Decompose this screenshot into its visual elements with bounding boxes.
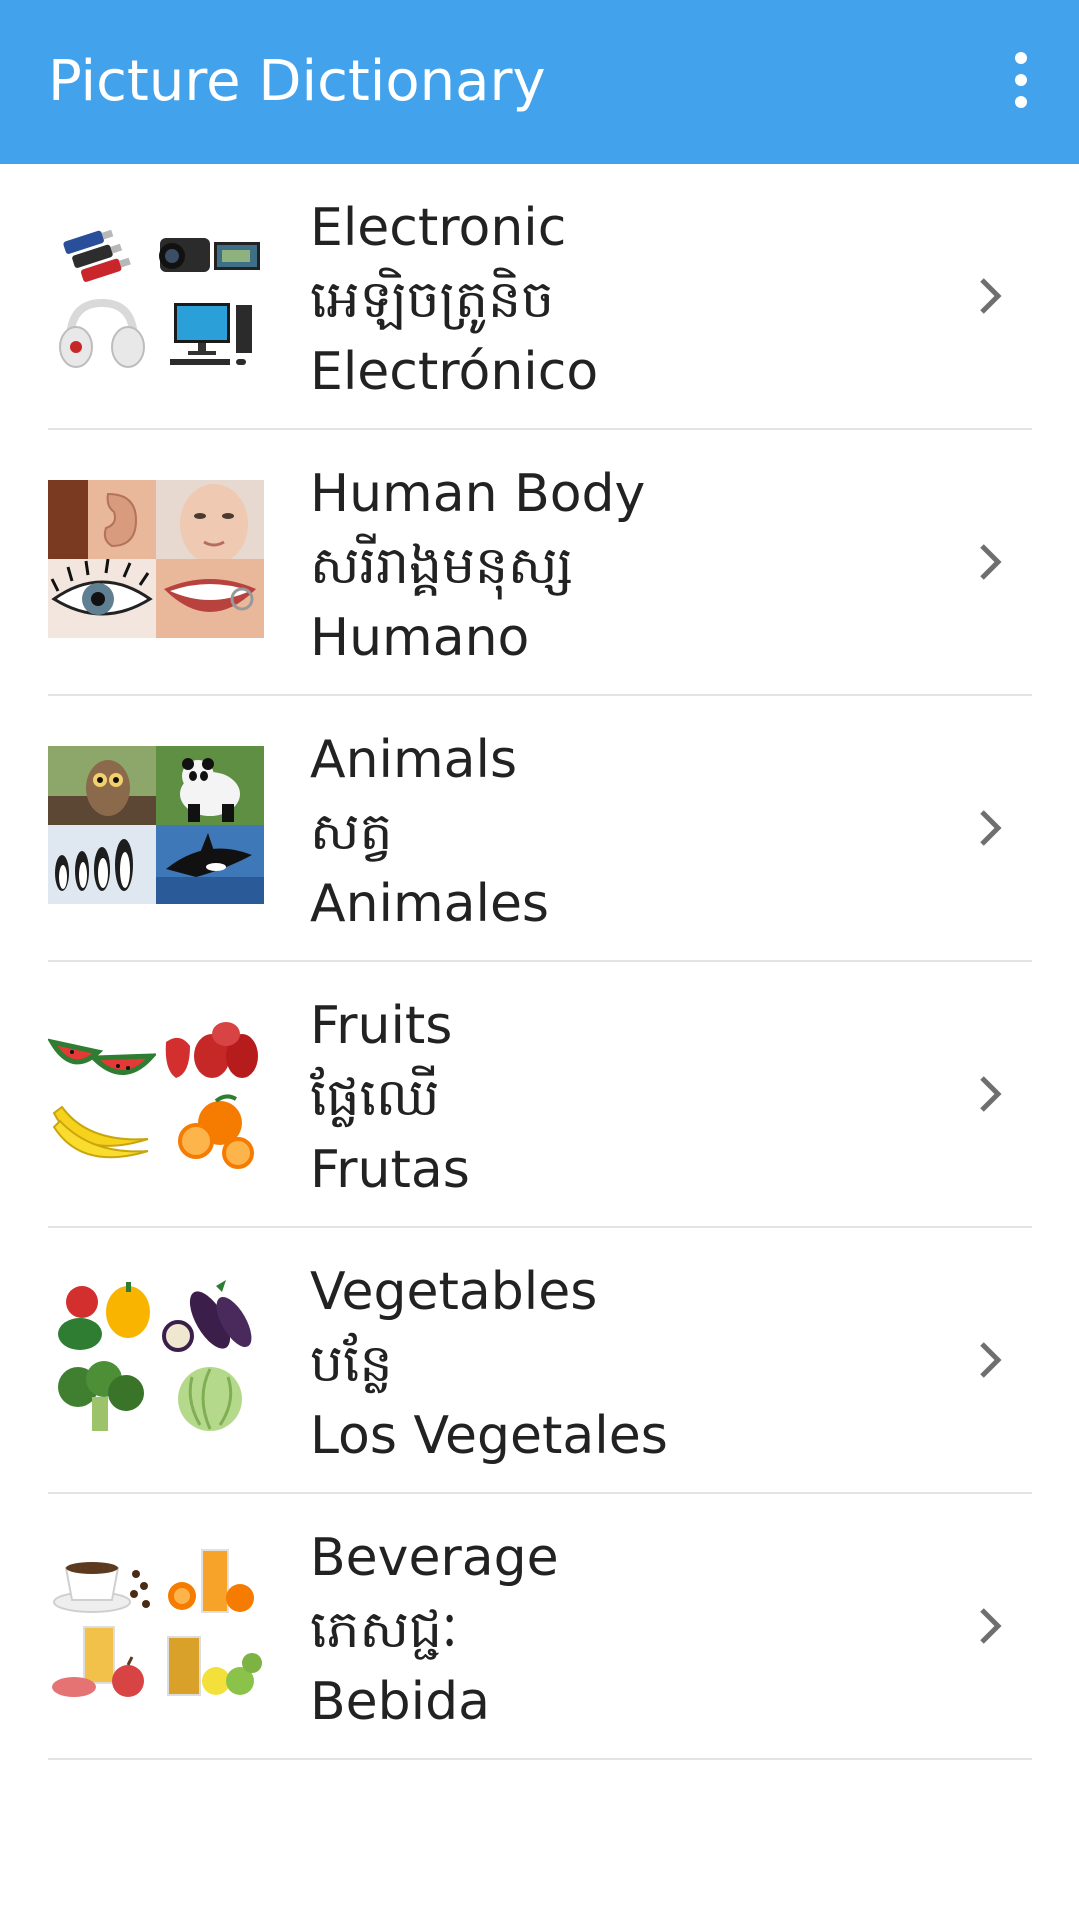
orange-juice-icon xyxy=(156,1544,264,1623)
eggplant-icon xyxy=(156,1278,264,1357)
category-name-khmer: សរីរាង្គមនុស្ស xyxy=(310,536,574,596)
category-name-spanish: Humano xyxy=(310,608,530,668)
chevron-right-icon xyxy=(980,544,1002,580)
cabbage-icon xyxy=(156,1357,264,1436)
category-name-khmer: ភេសជ្ជៈ xyxy=(310,1600,458,1660)
category-name-english: Vegetables xyxy=(310,1262,598,1322)
category-thumbnail xyxy=(48,1278,264,1436)
category-name-spanish: Los Vegetales xyxy=(310,1406,668,1466)
broccoli-icon xyxy=(48,1357,156,1436)
coffee-cup-icon xyxy=(48,1544,156,1623)
category-thumbnail xyxy=(48,1012,264,1170)
category-name-english: Human Body xyxy=(310,464,646,524)
menu-dot xyxy=(1015,74,1027,86)
camcorder-icon xyxy=(156,214,264,293)
category-name-english: Fruits xyxy=(310,996,453,1056)
category-thumbnail xyxy=(48,480,264,638)
category-thumbnail xyxy=(48,746,264,904)
category-name-english: Electronic xyxy=(310,198,567,258)
chevron-right-icon xyxy=(980,278,1002,314)
penguins-icon xyxy=(48,825,156,904)
category-name-english: Beverage xyxy=(310,1528,559,1588)
category-name-spanish: Frutas xyxy=(310,1140,470,1200)
desktop-computer-icon xyxy=(156,293,264,372)
chevron-right-icon xyxy=(980,810,1002,846)
menu-dot xyxy=(1015,96,1027,108)
category-name-spanish: Bebida xyxy=(310,1672,490,1732)
category-list: Electronic អេឡិចត្រូនិច Electrónico Huma… xyxy=(0,164,1079,1760)
orange-icon xyxy=(156,1091,264,1170)
rose-apple-icon xyxy=(156,1012,264,1091)
category-thumbnail xyxy=(48,214,264,372)
category-name-khmer: បន្លែ xyxy=(310,1334,393,1394)
menu-dot xyxy=(1015,52,1027,64)
app-bar: Picture Dictionary xyxy=(0,0,1079,164)
eye-icon xyxy=(48,559,156,638)
category-name-spanish: Animales xyxy=(310,874,550,934)
headphones-icon xyxy=(48,293,156,372)
category-row-human-body[interactable]: Human Body សរីរាង្គមនុស្ស Humano xyxy=(48,430,1032,696)
category-row-animals[interactable]: Animals សត្វ Animales xyxy=(48,696,1032,962)
category-labels: Animals សត្វ Animales xyxy=(310,724,549,940)
category-row-electronic[interactable]: Electronic អេឡិចត្រូនិច Electrónico xyxy=(48,164,1032,430)
banana-icon xyxy=(48,1091,156,1170)
chevron-right-icon xyxy=(980,1342,1002,1378)
usb-drives-icon xyxy=(48,214,156,293)
category-labels: Beverage ភេសជ្ជៈ Bebida xyxy=(310,1522,559,1738)
category-row-beverage[interactable]: Beverage ភេសជ្ជៈ Bebida xyxy=(48,1494,1032,1760)
app-title: Picture Dictionary xyxy=(48,49,546,114)
category-thumbnail xyxy=(48,1544,264,1702)
watermelon-icon xyxy=(48,1012,156,1091)
category-row-vegetables[interactable]: Vegetables បន្លែ Los Vegetales xyxy=(48,1228,1032,1494)
face-icon xyxy=(156,480,264,559)
ear-icon xyxy=(48,480,156,559)
panda-icon xyxy=(156,746,264,825)
category-name-khmer: ផ្លែឈើ xyxy=(310,1068,440,1128)
category-labels: Electronic អេឡិចត្រូនិច Electrónico xyxy=(310,192,598,408)
category-name-spanish: Electrónico xyxy=(310,342,599,402)
more-vertical-icon[interactable] xyxy=(1003,52,1039,108)
category-name-khmer: សត្វ xyxy=(310,802,393,862)
bell-pepper-icon xyxy=(48,1278,156,1357)
chevron-right-icon xyxy=(980,1608,1002,1644)
owl-icon xyxy=(48,746,156,825)
category-labels: Vegetables បន្លែ Los Vegetales xyxy=(310,1256,668,1472)
apple-juice-icon xyxy=(48,1623,156,1702)
category-name-khmer: អេឡិចត្រូនិច xyxy=(310,270,555,330)
iced-tea-icon xyxy=(156,1623,264,1702)
orca-icon xyxy=(156,825,264,904)
category-name-english: Animals xyxy=(310,730,518,790)
teeth-icon xyxy=(156,559,264,638)
category-labels: Human Body សរីរាង្គមនុស្ស Humano xyxy=(310,458,645,674)
category-labels: Fruits ផ្លែឈើ Frutas xyxy=(310,990,470,1206)
chevron-right-icon xyxy=(980,1076,1002,1112)
category-row-fruits[interactable]: Fruits ផ្លែឈើ Frutas xyxy=(48,962,1032,1228)
